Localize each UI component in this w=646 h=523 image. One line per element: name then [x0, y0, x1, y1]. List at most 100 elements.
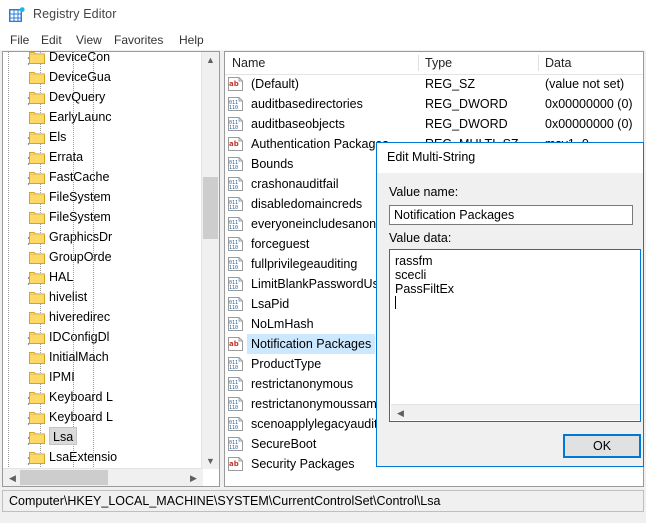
tree-vscroll-thumb[interactable] [203, 177, 218, 239]
dword-value-icon: 011 110 [228, 117, 243, 131]
value-name-input[interactable] [389, 205, 633, 225]
dword-value-icon: 011 110 [228, 197, 243, 211]
svg-text:110: 110 [229, 385, 238, 391]
menu-item-view[interactable]: View [72, 32, 106, 48]
dialog-title-bar: Edit Multi-String [377, 143, 643, 173]
column-header-type[interactable]: Type [418, 52, 538, 74]
tree-vertical-scrollbar[interactable]: ▲ ▼ [201, 52, 219, 469]
svg-text:110: 110 [229, 365, 238, 371]
tree-node-label: EarlyLaunc [49, 110, 112, 124]
dword-value-icon: 011 110 [228, 317, 243, 331]
svg-text:110: 110 [229, 325, 238, 331]
registry-editor-window: Registry Editor File Edit View Favorites… [0, 0, 646, 523]
value-name-cell: disabledomaincreds [251, 197, 363, 211]
value-name-cell: Notification Packages [247, 334, 376, 354]
chevron-up-icon[interactable]: ▲ [202, 55, 219, 65]
ok-button[interactable]: OK [563, 434, 641, 458]
column-header-name[interactable]: Name [225, 52, 418, 74]
folder-icon [29, 230, 45, 244]
dword-value-icon: 011 110 [228, 297, 243, 311]
folder-icon [29, 270, 45, 284]
svg-text:110: 110 [229, 445, 238, 451]
tree-node-label: hivelist [49, 290, 88, 304]
value-name-cell: Bounds [251, 157, 294, 171]
string-value-icon: ab [228, 137, 243, 151]
menu-item-edit[interactable]: Edit [37, 32, 66, 48]
folder-icon [29, 450, 45, 464]
string-value-icon: ab [228, 337, 243, 351]
column-header-data[interactable]: Data [538, 52, 643, 74]
folder-icon [29, 310, 45, 324]
value-data-cell: (value not set) [545, 77, 625, 91]
folder-icon [29, 70, 45, 84]
chevron-down-icon[interactable]: ▼ [202, 456, 219, 466]
dword-value-icon: 011 110 [228, 277, 243, 291]
menu-item-favorites[interactable]: Favorites [110, 32, 167, 48]
tree-node-label: IDConfigDl [49, 330, 110, 344]
tree-guide-line [8, 52, 9, 469]
value-name-cell: forceguest [251, 237, 310, 251]
svg-text:110: 110 [229, 205, 238, 211]
value-name-cell: Security Packages [251, 457, 355, 471]
value-data-line: rassfm [395, 254, 433, 268]
value-data-line: PassFiltEx [395, 282, 455, 296]
chevron-right-icon[interactable]: ▶ [187, 473, 200, 484]
tree-node-label: DevQuery [49, 90, 106, 104]
tree-node-label: GraphicsDr [49, 230, 113, 244]
svg-text:110: 110 [229, 265, 238, 271]
registry-tree-panel[interactable]: DeviceCon DeviceGua DevQuery EarlyLaunc Els E… [2, 51, 220, 487]
svg-text:110: 110 [229, 245, 238, 251]
list-header: Name Type Data [225, 52, 643, 75]
tree-node-label: HAL [49, 270, 74, 284]
value-name-cell: auditbaseobjects [251, 117, 345, 131]
tree-horizontal-scrollbar[interactable]: ◀ ▶ [3, 468, 203, 486]
svg-text:110: 110 [229, 285, 238, 291]
tree-node-label: Keyboard L [49, 410, 113, 424]
folder-icon [29, 190, 45, 204]
folder-icon [29, 170, 45, 184]
value-name-cell: auditbasedirectories [251, 97, 363, 111]
table-row[interactable]: 011 110 auditbaseobjects REG_DWORD 0x0000000… [225, 114, 643, 134]
dword-value-icon: 011 110 [228, 177, 243, 191]
tree-node-list[interactable]: DeviceCon DeviceGua DevQuery EarlyLaunc Els E… [3, 52, 203, 469]
value-name-cell: LsaPid [251, 297, 290, 311]
menu-item-help[interactable]: Help [175, 32, 208, 48]
dword-value-icon: 011 110 [228, 377, 243, 391]
value-name-cell: scenoapplylegacyauditpo [251, 417, 392, 431]
folder-icon [29, 110, 45, 124]
value-data-cell: 0x00000000 (0) [545, 97, 633, 111]
tree-node-label: Lsa [49, 427, 78, 445]
textarea-horizontal-scrollbar[interactable]: ◀ [391, 404, 640, 420]
folder-icon [29, 210, 45, 224]
status-bar: Computer\HKEY_LOCAL_MACHINE\SYSTEM\Curre… [2, 490, 644, 512]
value-type-cell: REG_DWORD [425, 117, 508, 131]
menu-item-file[interactable]: File [6, 32, 33, 48]
title-bar: Registry Editor [0, 0, 646, 30]
value-data-textarea[interactable]: rassfm scecli PassFiltEx ◀ [389, 249, 641, 422]
window-title: Registry Editor [33, 7, 117, 21]
table-row[interactable]: 011 110 auditbasedirectories REG_DWORD 0x000… [225, 94, 643, 114]
value-data-cell: 0x00000000 (0) [545, 117, 633, 131]
table-row[interactable]: ab (Default) REG_SZ (value not set) [225, 74, 643, 94]
svg-text:110: 110 [229, 165, 238, 171]
svg-text:ab: ab [229, 460, 239, 468]
tree-node-label: FastCache [49, 170, 110, 184]
tree-node-label: GroupOrde [49, 250, 112, 264]
chevron-left-icon[interactable]: ◀ [6, 473, 19, 484]
svg-text:110: 110 [229, 105, 238, 111]
chevron-left-icon[interactable]: ◀ [395, 408, 406, 419]
value-name-cell: fullprivilegeauditing [251, 257, 358, 271]
value-name-label: Value name: [389, 185, 459, 199]
dword-value-icon: 011 110 [228, 257, 243, 271]
tree-node-label: InitialMach [49, 350, 109, 364]
svg-text:110: 110 [229, 225, 238, 231]
value-data-label: Value data: [389, 231, 452, 245]
folder-icon [29, 390, 45, 404]
text-caret [395, 296, 396, 309]
tree-node-label: DeviceCon [49, 52, 111, 64]
svg-text:ab: ab [229, 140, 239, 148]
tree-hscroll-thumb[interactable] [20, 470, 108, 485]
folder-icon [29, 290, 45, 304]
tree-node-label: IPMI [49, 370, 75, 384]
value-name-cell: crashonauditfail [251, 177, 339, 191]
